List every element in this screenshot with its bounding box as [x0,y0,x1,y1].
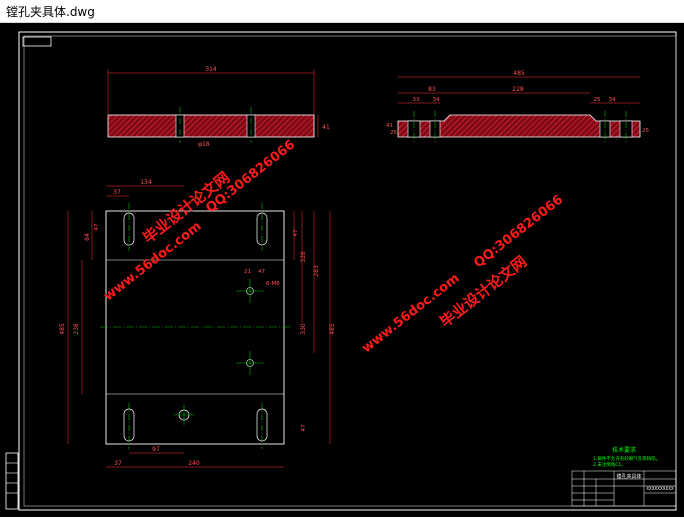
dim-plan-h-right2: 283 [313,265,320,277]
dim-plan-h-right1: 328 [300,251,307,263]
dim-side-d2: 33 [413,97,420,103]
dim-side-width: 485 [513,70,525,77]
dim-plan-b3: 240 [188,460,200,467]
dim-side-d1: 83 [428,86,436,93]
dim-plan-h-left2: 238 [73,323,80,335]
side-view: 485 83 228 33 34 25 34 41 25 25 [386,70,649,143]
dim-plan-w2: 134 [140,179,152,186]
frame-tag-box [22,36,52,47]
cad-drawing-canvas[interactable]: 314 41 φ18 485 83 228 33 34 25 34 41 25 … [0,23,684,517]
technical-notes: 技术要求 1.铸件不允许有砂眼气孔等缺陷。 2.未注倒角C1。 [593,446,660,468]
title-block-name: 镗孔夹具体 [616,473,641,480]
dim-plan-w1: 37 [113,189,121,196]
dim-plan-h-right4: 330 [300,323,307,335]
dim-plan-r47: 47 [258,269,265,275]
dim-side-d5: 25 [594,97,601,103]
drawing-frame [18,31,677,511]
dim-plan-h-right3: 485 [329,323,336,335]
dim-plan-h-bottom: 47 [301,424,307,431]
inner-frame [23,35,677,507]
dim-top-width: 314 [205,66,217,73]
dim-side-h2: 25 [390,130,397,136]
dim-plan-h-small-right: 47 [293,229,299,236]
dim-top-hole: φ18 [198,141,210,148]
dim-plan-h-left1: 485 [59,323,66,335]
window-titlebar: 镗孔夹具体.dwg [0,0,684,23]
dim-side-d3: 34 [433,97,440,103]
left-stamp-column [5,452,19,510]
dim-plan-h-small: 47 [94,223,100,230]
notes-line2: 2.未注倒角C1。 [593,461,626,468]
window-title: 镗孔夹具体.dwg [6,5,95,19]
top-view: 314 41 φ18 [107,66,330,148]
dim-top-thickness: 41 [322,124,330,131]
notes-line1: 1.铸件不允许有砂眼气孔等缺陷。 [593,455,660,462]
title-block-code: XXXXXXXXXX [646,486,674,491]
dim-side-h3: 25 [642,128,649,134]
cad-drawing: 314 41 φ18 485 83 228 33 34 25 34 41 25 … [5,31,677,511]
dim-plan-r21: 21 [244,269,251,275]
dim-plan-h-top: 84 [84,233,91,241]
dim-side-d6: 34 [609,97,616,103]
dim-side-d4: 228 [512,86,524,93]
dim-plan-thread: 6-M8 [266,281,280,287]
dim-plan-b1: 37 [114,460,122,467]
dim-plan-b2: 97 [152,446,160,453]
notes-title: 技术要求 [612,446,636,454]
dim-side-h1: 41 [386,123,393,129]
